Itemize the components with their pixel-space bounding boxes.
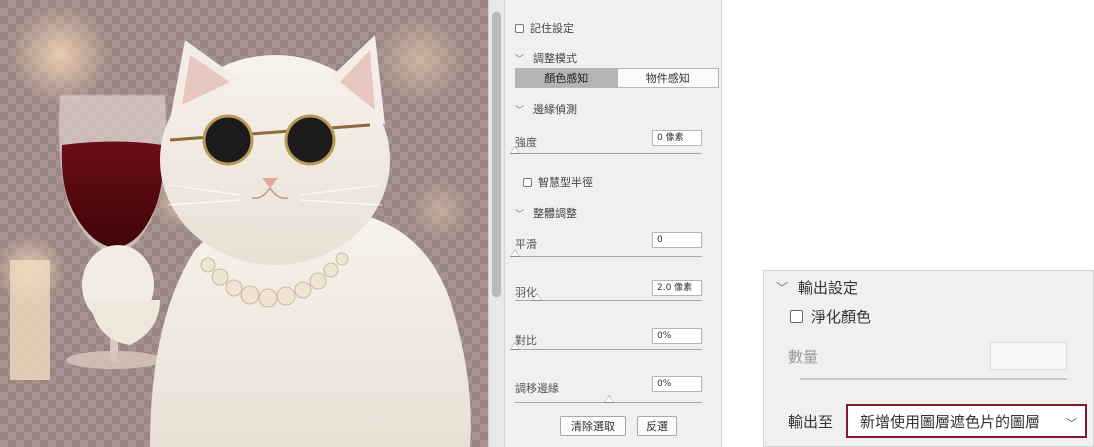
strength-slider-track[interactable] — [515, 153, 702, 154]
feather-slider-thumb[interactable] — [532, 293, 543, 301]
shift-edge-label: 調移邊緣 — [515, 382, 559, 395]
invert-button[interactable]: 反選 — [637, 416, 677, 436]
scrollbar-thumb[interactable] — [492, 12, 501, 297]
chevron-down-icon: ﹀ — [515, 54, 525, 65]
adjust-mode-header[interactable]: ﹀ 調整模式 — [515, 50, 577, 66]
cat-image — [0, 0, 488, 447]
image-canvas[interactable] — [0, 0, 488, 447]
smart-radius-label: 智慧型半徑 — [538, 176, 593, 189]
adjust-mode-title: 調整模式 — [533, 52, 577, 65]
shift-edge-input[interactable]: 0% — [652, 376, 702, 392]
color-aware-option[interactable]: 顏色感知 — [516, 69, 617, 87]
select-and-mask-panel: 記住設定 ﹀ 調整模式 顏色感知 物件感知 ﹀ 邊緣偵測 強度 0 像素 智慧型… — [504, 0, 722, 447]
shift-edge-slider-thumb[interactable] — [603, 395, 614, 403]
edge-detection-header[interactable]: ﹀ 邊緣偵測 — [515, 101, 577, 117]
feather-input[interactable]: 2.0 像素 — [652, 280, 702, 296]
chevron-down-icon: ﹀ — [1066, 417, 1077, 430]
amount-slider-track — [800, 378, 1067, 380]
chevron-down-icon: ﹀ — [776, 281, 789, 295]
contrast-slider-thumb[interactable] — [510, 342, 520, 350]
smooth-slider-track[interactable] — [515, 256, 702, 257]
strength-input[interactable]: 0 像素 — [652, 130, 702, 146]
contrast-input[interactable]: 0% — [652, 328, 702, 344]
edge-detection-title: 邊緣偵測 — [533, 103, 577, 116]
output-to-value: 新增使用圖層遮色片的圖層 — [860, 412, 1041, 431]
chevron-down-icon: ﹀ — [515, 105, 525, 116]
chevron-down-icon: ﹀ — [515, 209, 525, 220]
adjust-mode-segmented-control[interactable]: 顏色感知 物件感知 — [515, 68, 719, 88]
smooth-slider-thumb[interactable] — [510, 249, 520, 257]
output-settings-panel: ﹀ 輸出設定 淨化顏色 數量 輸出至 新增使用圖層遮色片的圖層 ﹀ — [763, 270, 1094, 447]
smooth-input[interactable]: 0 — [652, 232, 702, 248]
output-settings-title: 輸出設定 — [798, 279, 859, 297]
remember-settings-checkbox[interactable] — [515, 23, 524, 33]
output-to-select[interactable]: 新增使用圖層遮色片的圖層 ﹀ — [846, 404, 1087, 438]
contrast-slider-track[interactable] — [515, 349, 702, 350]
object-aware-option[interactable]: 物件感知 — [616, 69, 718, 87]
canvas-scrollbar[interactable] — [488, 0, 505, 447]
smart-radius-row[interactable]: 智慧型半徑 — [523, 174, 593, 190]
global-refinements-title: 整體調整 — [533, 207, 577, 220]
output-settings-header[interactable]: ﹀ 輸出設定 — [776, 277, 858, 298]
global-refinements-header[interactable]: ﹀ 整體調整 — [515, 205, 577, 221]
decontaminate-label: 淨化顏色 — [811, 308, 872, 326]
decontaminate-checkbox[interactable] — [790, 310, 803, 323]
decontaminate-row[interactable]: 淨化顏色 — [790, 306, 871, 327]
feather-slider-track[interactable] — [515, 300, 702, 301]
output-to-label: 輸出至 — [788, 413, 834, 431]
amount-label: 數量 — [788, 348, 819, 366]
strength-slider-thumb[interactable] — [510, 146, 520, 154]
remember-settings-row[interactable]: 記住設定 — [515, 20, 574, 36]
amount-input — [990, 342, 1067, 370]
remember-settings-label: 記住設定 — [530, 22, 574, 35]
clear-selection-button[interactable]: 清除選取 — [560, 416, 626, 436]
smart-radius-checkbox[interactable] — [523, 177, 532, 187]
